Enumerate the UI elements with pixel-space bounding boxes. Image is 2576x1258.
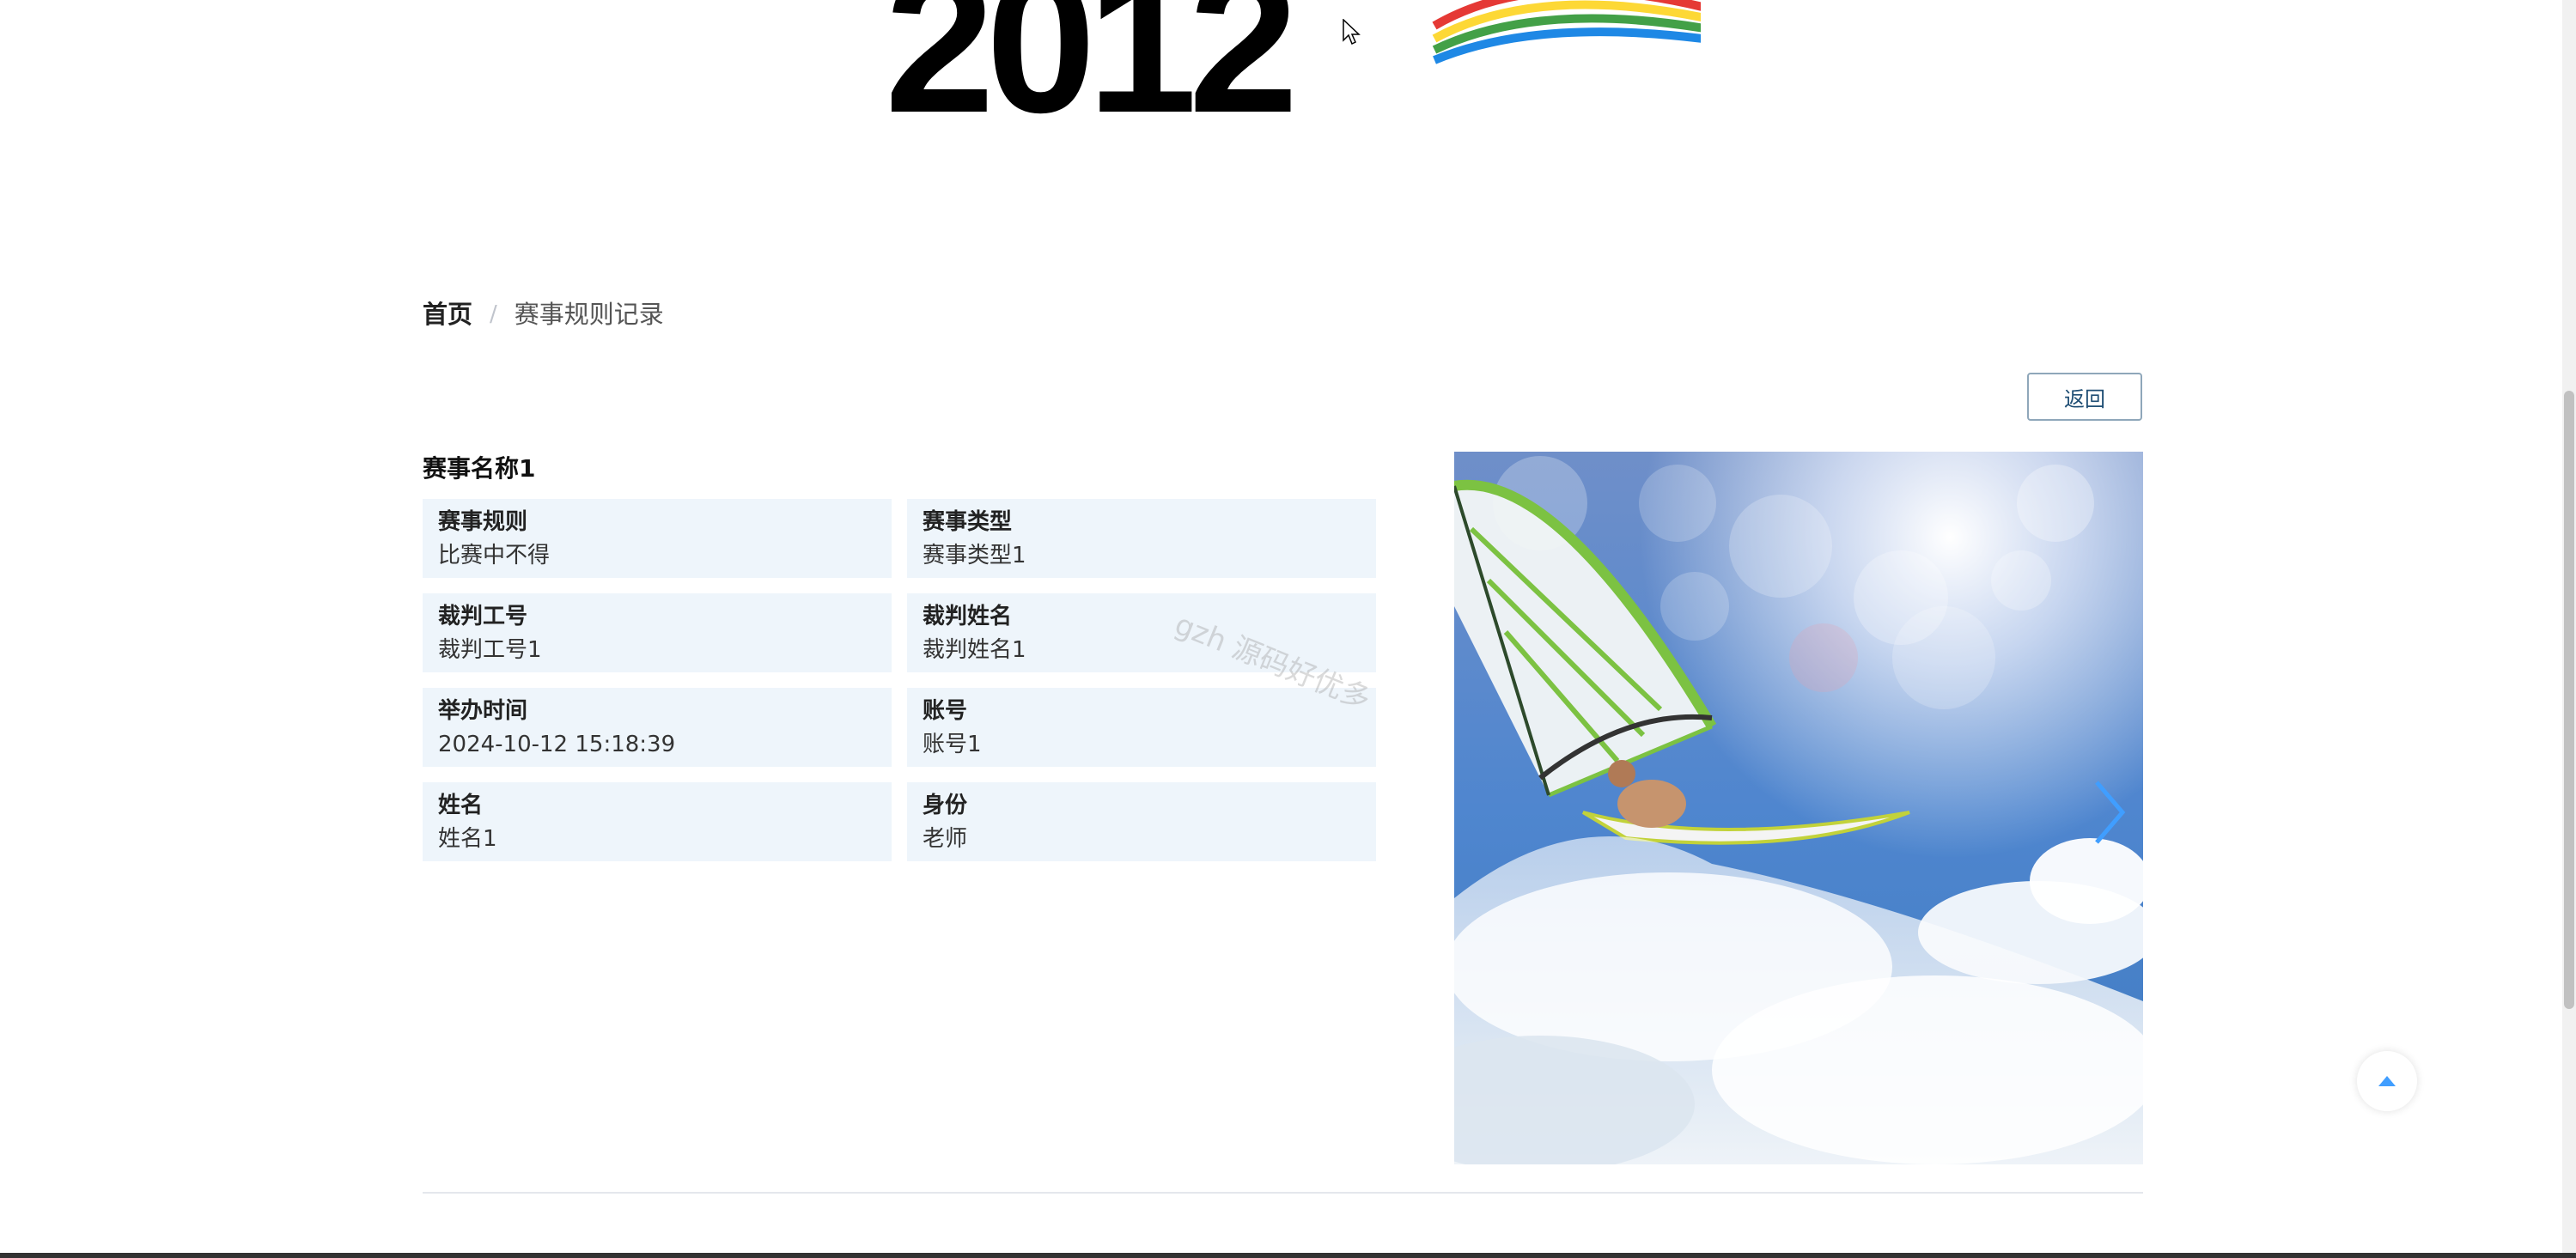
breadcrumb: 首页 / 赛事规则记录 [423, 295, 664, 333]
image-carousel [1454, 452, 2143, 1164]
info-cell-referee-name: 裁判姓名 裁判姓名1 [907, 593, 1376, 672]
info-value: 比赛中不得 [438, 543, 551, 568]
windsurfer-photo [1454, 452, 2143, 1164]
info-cell-name: 姓名 姓名1 [423, 782, 892, 861]
chevron-right-icon [2095, 781, 2126, 844]
info-value: 裁判工号1 [438, 637, 542, 663]
mouse-cursor-icon [1343, 18, 1361, 50]
breadcrumb-home[interactable]: 首页 [423, 295, 472, 333]
detail-info-grid: 赛事规则 比赛中不得 赛事类型 赛事类型1 裁判工号 裁判工号1 裁判姓名 裁判… [423, 499, 1376, 861]
breadcrumb-separator: / [490, 301, 497, 327]
caret-up-icon [2378, 1076, 2396, 1086]
vertical-scrollbar[interactable] [2562, 0, 2576, 1258]
info-label: 账号 [923, 698, 968, 724]
back-button[interactable]: 返回 [2027, 373, 2142, 421]
info-cell-referee-id: 裁判工号 裁判工号1 [423, 593, 892, 672]
info-label: 赛事规则 [438, 509, 528, 535]
info-label: 赛事类型 [923, 509, 1013, 535]
info-value: 2024-10-12 15:18:39 [438, 732, 676, 757]
info-cell-identity: 身份 老师 [907, 782, 1376, 861]
info-label: 身份 [923, 793, 968, 818]
scrollbar-thumb[interactable] [2564, 391, 2574, 1009]
info-label: 裁判姓名 [923, 604, 1013, 629]
info-value: 姓名1 [438, 826, 497, 852]
info-cell-account: 账号 账号1 [907, 688, 1376, 767]
carousel-next-button[interactable] [2088, 778, 2131, 847]
info-cell-type: 赛事类型 赛事类型1 [907, 499, 1376, 578]
olympic-2012-logo: 2012 [885, 0, 1701, 120]
page: 2012 首页 / 赛事规则记录 返回 赛事名称1 赛事规则 比赛中不得 赛事类… [0, 0, 2576, 1258]
info-label: 姓名 [438, 793, 484, 818]
info-cell-time: 举办时间 2024-10-12 15:18:39 [423, 688, 892, 767]
breadcrumb-current: 赛事规则记录 [514, 300, 664, 329]
info-cell-rule: 赛事规则 比赛中不得 [423, 499, 892, 578]
info-label: 举办时间 [438, 698, 528, 724]
info-label: 裁判工号 [438, 604, 528, 629]
taskbar-edge [0, 1253, 2576, 1258]
back-to-top-button[interactable] [2357, 1051, 2417, 1111]
info-value: 裁判姓名1 [923, 637, 1026, 663]
footer-divider [423, 1192, 2143, 1194]
info-value: 老师 [923, 826, 968, 852]
detail-title: 赛事名称1 [423, 454, 536, 483]
info-value: 赛事类型1 [923, 543, 1026, 568]
logo-text: 2012 [885, 0, 1291, 120]
info-value: 账号1 [923, 732, 982, 757]
